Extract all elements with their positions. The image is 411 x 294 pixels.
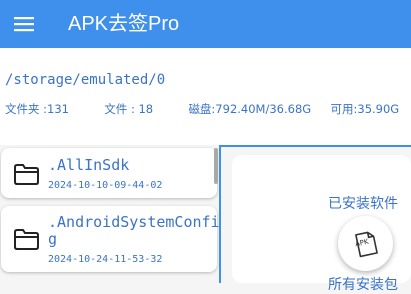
file-count: 文件 : 18	[104, 102, 154, 116]
item-name-line1: .AndroidSystemConfi	[48, 213, 220, 231]
installed-apps-card[interactable]	[232, 155, 411, 283]
item-name: .AllInSdk	[48, 156, 130, 174]
item-name-line2: g	[48, 230, 58, 248]
folder-icon	[14, 164, 39, 185]
list-item[interactable]: .AllInSdk 2024-10-10-09-44-02	[1, 148, 217, 198]
installed-apps-label[interactable]: 已安装软件	[328, 193, 398, 213]
list-item[interactable]: .AndroidSystemConfi g 2024-10-24-11-53-3…	[1, 206, 220, 272]
item-date: 2024-10-24-11-53-32	[48, 254, 163, 265]
available-space: 可用:35.90G	[330, 102, 400, 116]
storage-stats: 文件夹 :131 文件 : 18 磁盘:792.40M/36.68G 可用:35…	[5, 101, 399, 117]
fab-button[interactable]: APK	[338, 216, 393, 271]
storage-info-panel: /storage/emulated/0 文件夹 :131 文件 : 18 磁盘:…	[0, 48, 411, 145]
folder-count: 文件夹 :131	[5, 102, 69, 116]
current-path: /storage/emulated/0	[5, 72, 166, 88]
app-bar: APK去签Pro	[0, 0, 411, 48]
all-packages-label[interactable]: 所有安装包	[328, 274, 398, 294]
disk-usage: 磁盘:792.40M/36.68G	[188, 102, 312, 116]
pane-top-border	[221, 145, 411, 147]
hamburger-menu-icon	[14, 17, 34, 32]
folder-icon	[14, 229, 39, 250]
menu-button[interactable]	[12, 12, 36, 36]
item-date: 2024-10-10-09-44-02	[48, 180, 163, 191]
pane-divider	[219, 145, 221, 283]
app-title: APK去签Pro	[68, 13, 180, 35]
scrollbar[interactable]	[214, 148, 218, 184]
